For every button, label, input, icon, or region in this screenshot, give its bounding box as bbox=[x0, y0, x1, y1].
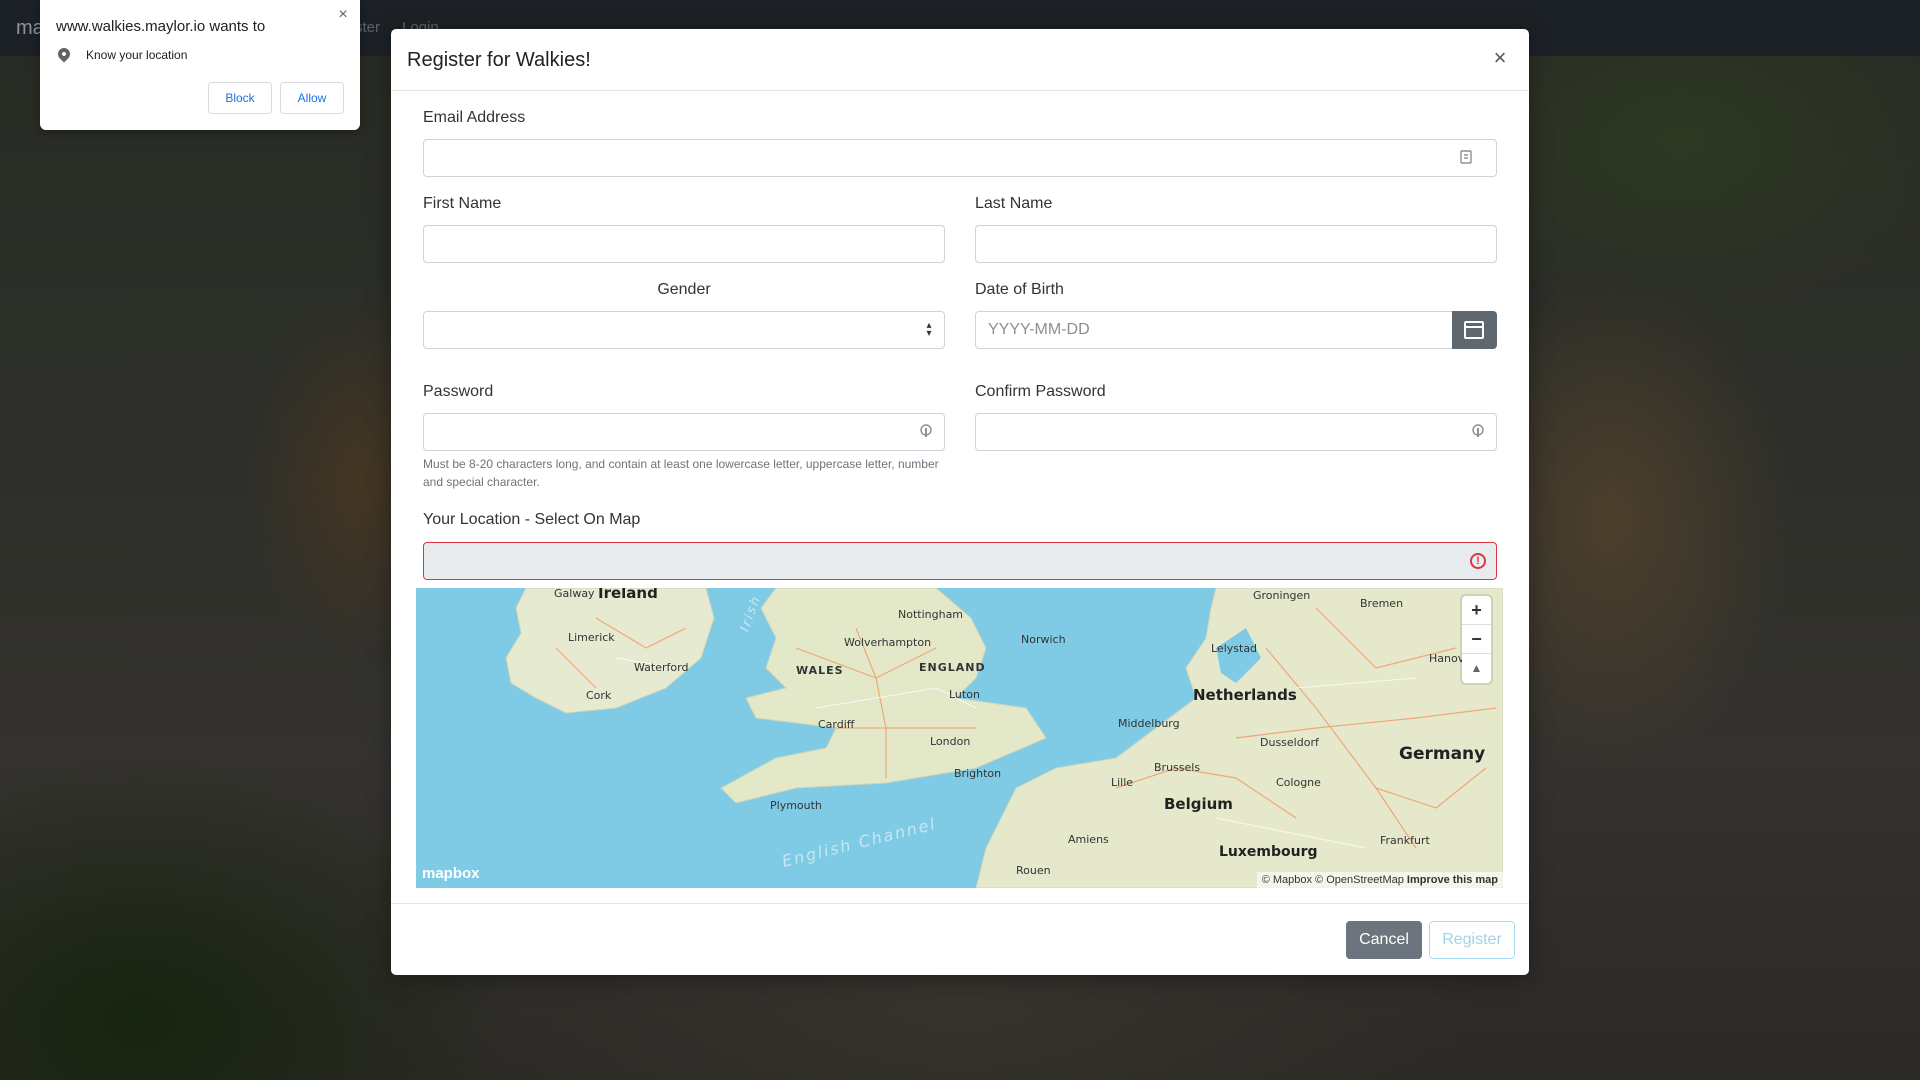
map-label-belgium: Belgium bbox=[1164, 795, 1233, 813]
modal-title: Register for Walkies! bbox=[407, 49, 591, 71]
map-label-norwich: Norwich bbox=[1021, 633, 1066, 646]
map-label-lelystad: Lelystad bbox=[1211, 642, 1258, 655]
dob-placeholder: YYYY-MM-DD bbox=[988, 321, 1090, 338]
dob-label: Date of Birth bbox=[975, 281, 1064, 298]
password-label: Password bbox=[423, 383, 494, 400]
zoom-in-button[interactable]: + bbox=[1462, 596, 1491, 625]
map-label-germany: Germany bbox=[1399, 744, 1486, 764]
last-name-label: Last Name bbox=[975, 195, 1053, 212]
map-label-waterford: Waterford bbox=[634, 661, 689, 674]
improve-map-link[interactable]: Improve this map bbox=[1407, 874, 1498, 886]
attribution-text[interactable]: © Mapbox © OpenStreetMap bbox=[1262, 874, 1404, 886]
map-label-middelburg: Middelburg bbox=[1118, 717, 1180, 730]
gender-select[interactable] bbox=[423, 311, 945, 349]
register-modal: Register for Walkies! × Email Address Fi… bbox=[391, 29, 1529, 975]
password-field[interactable] bbox=[423, 413, 945, 451]
map-label-wolverhampton: Wolverhampton bbox=[844, 636, 932, 649]
first-name-label: First Name bbox=[423, 195, 502, 212]
confirm-password-label: Confirm Password bbox=[975, 383, 1106, 400]
email-field[interactable] bbox=[423, 139, 1497, 177]
map-label-dusseldorf: Dusseldorf bbox=[1260, 736, 1319, 749]
map-label-wales: WALES bbox=[796, 664, 844, 677]
cancel-button[interactable]: Cancel bbox=[1346, 921, 1422, 959]
map-label-cologne: Cologne bbox=[1276, 776, 1321, 789]
permission-title: www.walkies.maylor.io wants to bbox=[56, 18, 266, 35]
calendar-button[interactable] bbox=[1452, 311, 1497, 349]
map-label-brussels: Brussels bbox=[1154, 761, 1201, 774]
dob-field[interactable]: YYYY-MM-DD bbox=[975, 311, 1453, 349]
location-label: Your Location - Select On Map bbox=[423, 511, 641, 528]
map-label-luxembourg: Luxembourg bbox=[1219, 844, 1318, 860]
map-label-plymouth: Plymouth bbox=[770, 799, 822, 812]
map-label-lille: Lille bbox=[1111, 776, 1134, 789]
map-label-cork: Cork bbox=[586, 689, 612, 702]
autofill-icon[interactable] bbox=[1458, 150, 1474, 166]
register-button[interactable]: Register bbox=[1429, 921, 1515, 959]
compass-icon[interactable]: ▲ bbox=[1462, 654, 1491, 683]
calendar-icon bbox=[1464, 321, 1484, 339]
email-label: Email Address bbox=[423, 109, 526, 126]
gender-label: Gender bbox=[657, 281, 711, 298]
map-label-ireland: Ireland bbox=[598, 588, 658, 602]
error-icon: ! bbox=[1470, 553, 1486, 569]
map-label-england: ENGLAND bbox=[919, 661, 986, 674]
mapbox-logo[interactable]: mapbox bbox=[422, 865, 480, 882]
map-label-luton: Luton bbox=[949, 688, 980, 701]
location-pin-icon bbox=[55, 45, 73, 63]
map-controls: + − ▲ bbox=[1462, 596, 1491, 683]
location-map[interactable]: Galway Ireland Irish Limerick Waterford … bbox=[416, 588, 1503, 888]
allow-button[interactable]: Allow bbox=[280, 82, 344, 114]
mapbox-logo-text: mapbox bbox=[422, 865, 480, 882]
select-arrows-icon: ▴ ▾ bbox=[926, 320, 932, 339]
map-attribution: © Mapbox © OpenStreetMap Improve this ma… bbox=[1256, 872, 1503, 888]
map-label-london: London bbox=[930, 735, 971, 748]
map-label-frankfurt: Frankfurt bbox=[1380, 834, 1430, 847]
map-label-cardiff: Cardiff bbox=[818, 718, 855, 731]
map-label-brighton: Brighton bbox=[954, 767, 1002, 780]
block-button[interactable]: Block bbox=[208, 82, 272, 114]
map-label-netherlands: Netherlands bbox=[1193, 686, 1297, 704]
first-name-field[interactable] bbox=[423, 225, 945, 263]
zoom-out-button[interactable]: − bbox=[1462, 625, 1491, 654]
map-label-nottingham: Nottingham bbox=[898, 608, 964, 621]
key-icon[interactable] bbox=[918, 424, 934, 440]
last-name-field[interactable] bbox=[975, 225, 1497, 263]
map-label-galway: Galway bbox=[554, 588, 595, 600]
modal-header: Register for Walkies! × bbox=[391, 29, 1529, 91]
location-permission-prompt: www.walkies.maylor.io wants to × Know yo… bbox=[40, 0, 360, 130]
map-label-groningen: Groningen bbox=[1253, 589, 1311, 602]
map-label-amiens: Amiens bbox=[1068, 833, 1109, 846]
close-icon[interactable]: × bbox=[334, 6, 352, 24]
key-icon[interactable] bbox=[1470, 424, 1486, 440]
password-help-text: Must be 8-20 characters long, and contai… bbox=[423, 457, 939, 489]
confirm-password-field[interactable] bbox=[975, 413, 1497, 451]
permission-item: Know your location bbox=[86, 48, 188, 62]
map-label-rouen: Rouen bbox=[1016, 864, 1051, 877]
map-label-bremen: Bremen bbox=[1360, 597, 1404, 610]
modal-footer: Cancel Register bbox=[391, 903, 1529, 975]
close-icon[interactable]: × bbox=[1485, 43, 1515, 73]
location-field[interactable] bbox=[423, 542, 1497, 580]
map-label-limerick: Limerick bbox=[568, 631, 615, 644]
